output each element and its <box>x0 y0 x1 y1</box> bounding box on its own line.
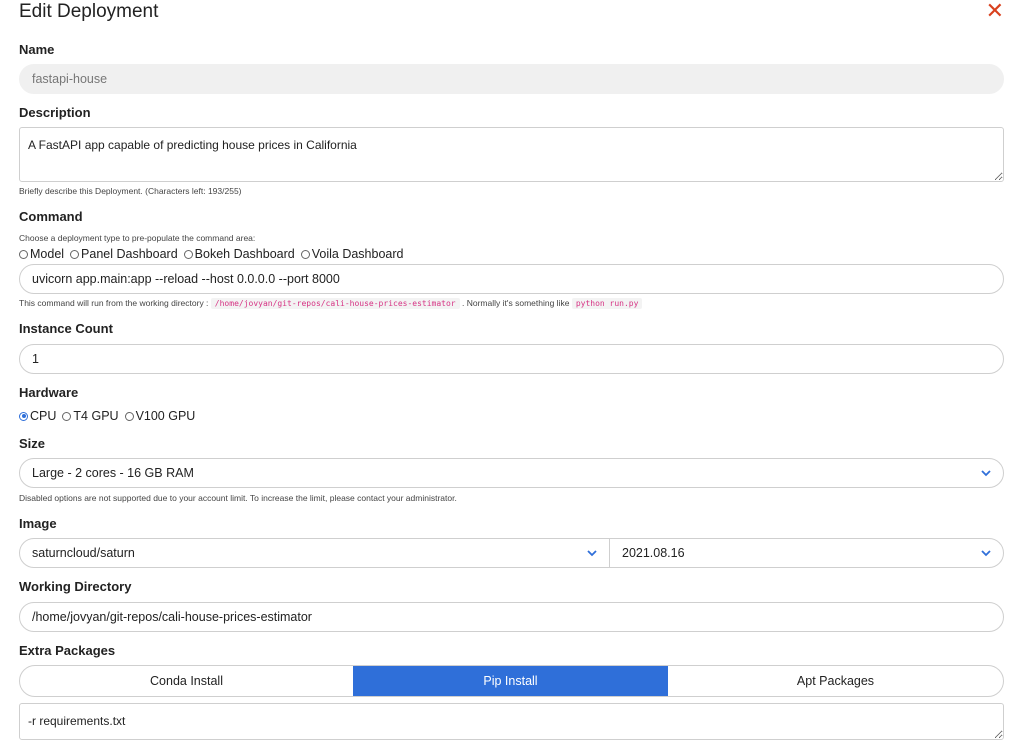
modal-title: Edit Deployment <box>19 1 159 22</box>
extra-packages-textarea[interactable]: -r requirements.txt <box>19 703 1004 740</box>
radio-circle[interactable] <box>124 411 134 421</box>
chevron-down-icon <box>981 470 991 477</box>
radio-voila-dashboard[interactable]: Voila Dashboard <box>300 247 403 261</box>
working-dir-code: /home/jovyan/git-repos/cali-house-prices… <box>210 298 460 309</box>
tab-conda-install[interactable]: Conda Install <box>20 666 353 696</box>
extra-packages-tabs: Conda Install Pip Install Apt Packages <box>19 665 1004 697</box>
command-input[interactable] <box>19 264 1004 294</box>
radio-circle[interactable] <box>70 249 80 259</box>
image-label: Image <box>19 516 57 531</box>
radio-panel-dashboard[interactable]: Panel Dashboard <box>70 247 178 261</box>
image-version-select[interactable]: 2021.08.16 <box>609 538 1004 568</box>
radio-v100-gpu[interactable]: V100 GPU <box>124 409 195 423</box>
radio-circle[interactable] <box>300 249 310 259</box>
command-help: Choose a deployment type to pre-populate… <box>19 233 256 243</box>
instance-count-label: Instance Count <box>19 321 113 336</box>
name-input <box>19 64 1004 94</box>
radio-t4-gpu[interactable]: T4 GPU <box>62 409 119 423</box>
chevron-down-icon <box>587 550 597 557</box>
chevron-down-icon <box>981 550 991 557</box>
extra-packages-label: Extra Packages <box>19 643 116 658</box>
size-label: Size <box>19 436 46 451</box>
size-help: Disabled options are not supported due t… <box>19 493 457 503</box>
image-name-select[interactable]: saturncloud/saturn <box>19 538 610 568</box>
radio-circle[interactable] <box>183 249 193 259</box>
working-directory-input[interactable] <box>19 602 1004 632</box>
radio-model[interactable]: Model <box>19 247 64 261</box>
command-label: Command <box>19 209 83 224</box>
radio-circle-checked[interactable] <box>19 411 28 421</box>
radio-cpu[interactable]: CPU <box>19 409 56 423</box>
instance-count-input[interactable] <box>19 344 1004 374</box>
deployment-type-radios: Model Panel Dashboard Bokeh Dashboard Vo… <box>19 247 409 261</box>
size-select[interactable]: Large - 2 cores - 16 GB RAM <box>19 458 1004 488</box>
description-label: Description <box>19 105 91 120</box>
radio-circle[interactable] <box>19 249 28 259</box>
radio-circle[interactable] <box>62 411 72 421</box>
example-command-code: python run.py <box>571 298 643 309</box>
hardware-label: Hardware <box>19 385 79 400</box>
hardware-radios: CPU T4 GPU V100 GPU <box>19 409 201 423</box>
name-label: Name <box>19 42 55 57</box>
radio-bokeh-dashboard[interactable]: Bokeh Dashboard <box>183 247 295 261</box>
description-textarea[interactable]: A FastAPI app capable of predicting hous… <box>19 127 1004 182</box>
close-icon[interactable]: ✕ <box>986 0 1004 22</box>
edit-deployment-modal: Edit Deployment ✕ Name Description A Fas… <box>0 0 1024 744</box>
tab-pip-install[interactable]: Pip Install <box>353 666 668 696</box>
command-note: This command will run from the working d… <box>19 297 643 310</box>
tab-apt-packages[interactable]: Apt Packages <box>668 666 1003 696</box>
working-directory-label: Working Directory <box>19 579 132 594</box>
description-help: Briefly describe this Deployment. (Chara… <box>19 186 242 196</box>
